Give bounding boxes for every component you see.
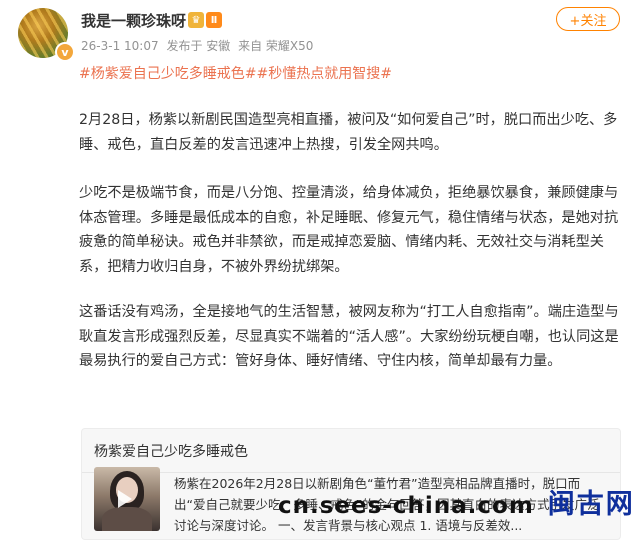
post-date[interactable]: 26-3-1 10:07 xyxy=(81,39,159,53)
play-icon[interactable] xyxy=(118,490,132,508)
user-badges: ♛ Ⅱ xyxy=(188,12,222,28)
card-title[interactable]: 杨紫爱自己少吃多睡戒色 xyxy=(94,441,248,461)
post-location: 发布于 安徽 xyxy=(166,39,231,53)
watermark-domain: cn.sees-china.com xyxy=(278,493,534,519)
post-paragraph-1: 2月28日，杨紫以新剧民国造型亮相直播，被问及“如何爱自己”时，脱口而出少吃、多… xyxy=(79,112,618,153)
verified-badge-icon: v xyxy=(55,42,75,62)
post-device: 来自 荣耀X50 xyxy=(238,39,314,53)
crown-icon[interactable]: ♛ xyxy=(188,12,204,28)
thumbnail-body xyxy=(102,507,152,531)
topic-tags[interactable]: #杨紫爱自己少吃多睡戒色##秒懂热点就用智搜# xyxy=(79,63,392,83)
watermark-cn-text: 闽古网 xyxy=(547,489,633,520)
username[interactable]: 我是一颗珍珠呀 xyxy=(81,10,186,31)
member-badge-icon[interactable]: Ⅱ xyxy=(206,12,222,28)
watermark: cn.sees-china.com 闽古网 xyxy=(278,482,633,521)
post-paragraph-3: 这番话没有鸡汤，全是接地气的生活智慧，被网友称为“打工人自愈指南”。端庄造型与耿… xyxy=(79,304,619,369)
card-thumbnail[interactable] xyxy=(94,467,160,531)
follow-button[interactable]: +关注 xyxy=(556,7,620,31)
post-meta: 26-3-1 10:07 发布于 安徽 来自 荣耀X50 xyxy=(81,37,317,54)
post-paragraph-2: 少吃不是极端节食，而是八分饱、控量清淡，给身体减负，拒绝暴饮暴食，兼顾健康与体态… xyxy=(79,185,619,275)
